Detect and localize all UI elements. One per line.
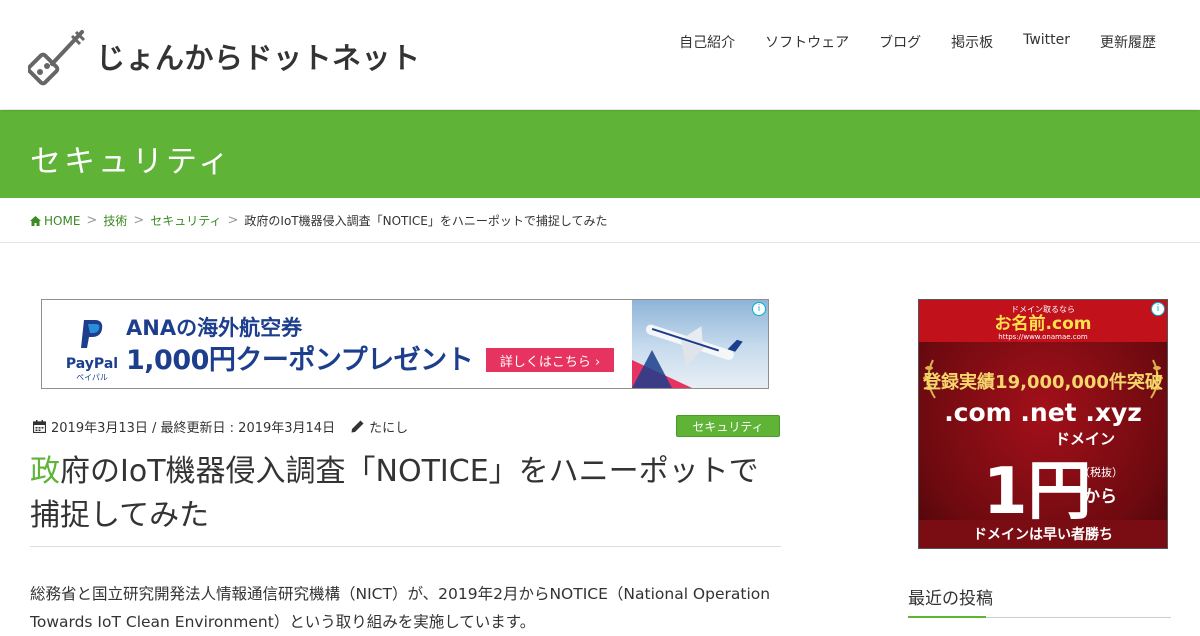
breadcrumb-item-security[interactable]: セキュリティ [150, 212, 221, 229]
post-body-paragraph: 総務省と国立研究開発法人情報通信研究機構（NICT）が、2019年2月からNOT… [30, 585, 771, 631]
post-category-badge[interactable]: セキュリティ [676, 415, 780, 437]
nav-item-twitter[interactable]: Twitter [1023, 32, 1070, 52]
ad-info-icon[interactable]: i [752, 302, 766, 316]
breadcrumb-separator: > [133, 213, 145, 228]
breadcrumb: HOME > 技術 > セキュリティ > 政府のIoT機器侵入調査「NOTICE… [30, 212, 608, 229]
ad-banner-paypal[interactable]: PayPal ペイパル ANAの海外航空券 1,000円クーポンプレゼント 詳し… [41, 299, 769, 389]
breadcrumb-separator: > [86, 213, 98, 228]
paypal-logo: PayPal ペイパル [62, 318, 122, 383]
ad-info-icon[interactable]: i [1151, 302, 1165, 316]
ad-banner-onamae[interactable]: ドメイン取るなら お名前.com https://www.onamae.com … [918, 299, 1168, 549]
calendar-icon [33, 420, 46, 433]
ad-details-button[interactable]: 詳しくはこちら › [486, 348, 614, 372]
post-date: 2019年3月13日 / 最終更新日 : 2019年3月14日 [51, 421, 336, 436]
onamae-tlds: .com .net .xyz [944, 398, 1142, 427]
post-title: 政府のIoT機器侵入調査「NOTICE」をハニーポットで捕捉してみた [30, 450, 780, 538]
paypal-brand: PayPal [65, 356, 119, 372]
site-header: じょんからドットネット 自己紹介 ソフトウェア ブログ 掲示板 Twitter … [0, 0, 1200, 109]
nav-item-bbs[interactable]: 掲示板 [951, 32, 993, 52]
post-author-name[interactable]: たにし [369, 417, 408, 436]
paypal-brand-sub: ペイパル [76, 373, 108, 382]
onamae-cta[interactable]: ドメインは早い者勝ち [919, 520, 1167, 548]
onamae-tax: （税抜） [1079, 466, 1123, 479]
nav-item-changelog[interactable]: 更新履歴 [1100, 32, 1156, 52]
main-nav: 自己紹介 ソフトウェア ブログ 掲示板 Twitter 更新履歴 [649, 32, 1156, 52]
ad-subheadline: 1,000円クーポンプレゼント [126, 345, 474, 376]
paypal-icon [81, 320, 103, 348]
home-icon [30, 215, 41, 226]
airplane-image [632, 300, 768, 388]
category-title: セキュリティ [30, 144, 233, 180]
onamae-header: ドメイン取るなら お名前.com https://www.onamae.com [919, 300, 1167, 342]
breadcrumb-home[interactable]: HOME [30, 214, 80, 228]
sidebar-recent-posts-heading: 最近の投稿 [908, 589, 993, 609]
onamae-brand: お名前.com [994, 314, 1092, 334]
nav-item-software[interactable]: ソフトウェア [765, 32, 849, 52]
post-author: たにし [351, 417, 408, 436]
onamae-from: から [1083, 487, 1117, 507]
breadcrumb-divider [0, 242, 1200, 243]
site-name: じょんからドットネット [96, 41, 421, 75]
site-logo[interactable]: じょんからドットネット [28, 26, 421, 86]
onamae-url: https://www.onamae.com [998, 333, 1088, 341]
sidebar-heading-accent [908, 616, 986, 618]
onamae-record: 登録実績19,000,000件突破 [923, 372, 1163, 393]
nav-item-about[interactable]: 自己紹介 [679, 32, 735, 52]
breadcrumb-home-label: HOME [44, 213, 81, 228]
nav-item-blog[interactable]: ブログ [879, 32, 921, 52]
title-divider [30, 546, 781, 547]
category-header: セキュリティ [0, 110, 1200, 198]
post-title-rest: 府のIoT機器侵入調査「NOTICE」をハニーポットで捕捉してみた [30, 454, 759, 533]
breadcrumb-separator: > [227, 213, 239, 228]
onamae-price: 1円 [983, 455, 1092, 529]
post-meta: 2019年3月13日 / 最終更新日 : 2019年3月14日 たにし [33, 417, 408, 436]
pencil-icon [351, 420, 364, 433]
airplane-icon [632, 324, 743, 388]
post-title-first-char: 政 [30, 454, 60, 489]
shamisen-icon [28, 30, 86, 86]
breadcrumb-item-tech[interactable]: 技術 [103, 212, 127, 229]
breadcrumb-current: 政府のIoT機器侵入調査「NOTICE」をハニーポットで捕捉してみた [244, 214, 608, 228]
